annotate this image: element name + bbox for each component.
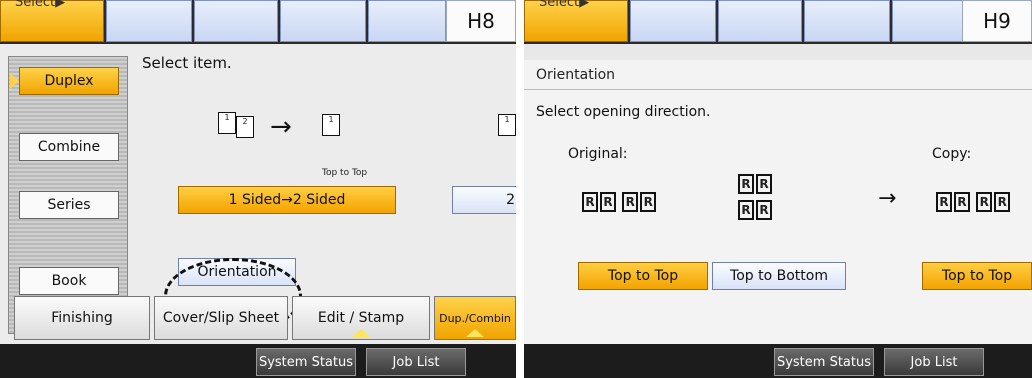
side-combine-button[interactable]: Combine xyxy=(19,133,119,161)
tab-5[interactable] xyxy=(368,0,446,42)
cover-slip-sheet-tab[interactable]: Cover/Slip Sheet xyxy=(154,296,288,340)
two-sided-button[interactable]: 2 xyxy=(452,186,516,214)
copy-top-to-top-icon: RR RR xyxy=(936,192,1012,212)
left-screen: Select▶ H8 Duplex Combine Series Book Se… xyxy=(0,0,516,378)
arrow-right-icon: → xyxy=(270,112,292,142)
original-top-to-bottom-icon-2: RR xyxy=(738,200,774,220)
status-bar: System Status Job List xyxy=(524,344,1032,378)
tab-3[interactable] xyxy=(718,0,802,42)
dup-combine-label: Dup./Combin xyxy=(439,311,511,325)
arrow-right-icon: → xyxy=(878,186,897,211)
original-label: Original: xyxy=(568,146,628,162)
orientation-content: Select opening direction. Original: Copy… xyxy=(524,90,1032,344)
side-book-button[interactable]: Book xyxy=(19,267,119,295)
mode-id: H8 xyxy=(446,0,516,42)
instruction-text: Select item. xyxy=(142,54,232,72)
tab-2[interactable] xyxy=(106,0,192,42)
tab-2[interactable] xyxy=(630,0,716,42)
edit-stamp-label: Edit / Stamp xyxy=(317,310,405,326)
system-status-button[interactable]: System Status xyxy=(774,348,874,376)
original-top-to-bottom-button[interactable]: Top to Bottom xyxy=(712,262,846,290)
top-tab-strip: Select▶ H9 xyxy=(524,0,1032,44)
finishing-tab[interactable]: Finishing xyxy=(14,296,150,340)
tab-5[interactable] xyxy=(892,0,970,42)
side-series-button[interactable]: Series xyxy=(19,191,119,219)
original-top-to-top-button[interactable]: Top to Top xyxy=(578,262,708,290)
select-tab[interactable]: Select▶ xyxy=(524,0,628,42)
side-menu: Duplex Combine Series Book xyxy=(8,56,128,334)
right-screen: Select▶ H9 Orientation Select opening di… xyxy=(524,0,1032,378)
panel-divider xyxy=(516,0,524,378)
job-list-button[interactable]: Job List xyxy=(366,348,466,376)
instruction-text: Select opening direction. xyxy=(536,104,711,120)
original-top-to-bottom-icon: RR xyxy=(738,174,774,194)
top-to-top-label: Top to Top xyxy=(322,168,368,178)
partial-page-icon: 1 xyxy=(498,114,516,136)
mode-id: H9 xyxy=(962,0,1032,42)
one-to-two-sided-button[interactable]: 1 Sided→2 Sided xyxy=(178,186,396,214)
job-list-button[interactable]: Job List xyxy=(884,348,984,376)
edit-stamp-tab[interactable]: Edit / Stamp xyxy=(292,296,430,340)
caret-icon xyxy=(352,329,370,337)
system-status-button[interactable]: System Status xyxy=(256,348,356,376)
dup-combine-tab[interactable]: Dup./Combin xyxy=(434,296,516,340)
side-duplex-button[interactable]: Duplex xyxy=(10,67,119,95)
orientation-title: Orientation xyxy=(524,60,1032,90)
caret-icon xyxy=(466,329,484,337)
copy-top-to-top-button[interactable]: Top to Top xyxy=(922,262,1032,290)
status-bar: Finishing Cover/Slip Sheet Edit / Stamp … xyxy=(0,296,516,378)
tab-4[interactable] xyxy=(280,0,366,42)
original-top-to-top-icon: RR RR xyxy=(582,192,658,212)
duplex-page-icon: 1 xyxy=(322,114,340,136)
tab-3[interactable] xyxy=(194,0,278,42)
original-page-icon-2: 2 xyxy=(236,116,254,138)
tab-4[interactable] xyxy=(804,0,890,42)
select-tab[interactable]: Select▶ xyxy=(0,0,104,42)
copy-label: Copy: xyxy=(932,146,972,162)
original-page-icon: 1 xyxy=(218,112,236,134)
top-tab-strip: Select▶ H8 xyxy=(0,0,516,44)
